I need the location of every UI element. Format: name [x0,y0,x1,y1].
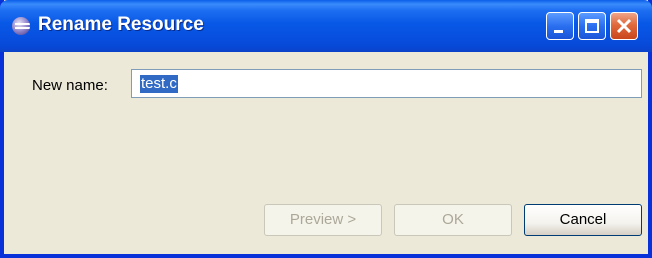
dialog-body: New name: test.c Preview > OK Cancel [4,52,648,254]
ok-button[interactable]: OK [394,204,512,236]
preview-button[interactable]: Preview > [264,204,382,236]
minimize-icon [554,30,563,33]
cancel-button[interactable]: Cancel [524,204,642,236]
eclipse-icon [12,17,30,35]
new-name-label: New name: [32,77,108,94]
title-bar[interactable]: Rename Resource [0,0,652,52]
close-button[interactable] [610,12,638,40]
new-name-value[interactable]: test.c [140,75,178,93]
dialog-title: Rename Resource [38,14,204,35]
new-name-input[interactable]: test.c [131,69,642,98]
close-icon [616,18,632,34]
rename-resource-dialog: Rename Resource New name: test.c Preview… [0,0,652,258]
maximize-button[interactable] [578,12,606,40]
maximize-icon [585,19,599,33]
minimize-button[interactable] [546,12,574,40]
